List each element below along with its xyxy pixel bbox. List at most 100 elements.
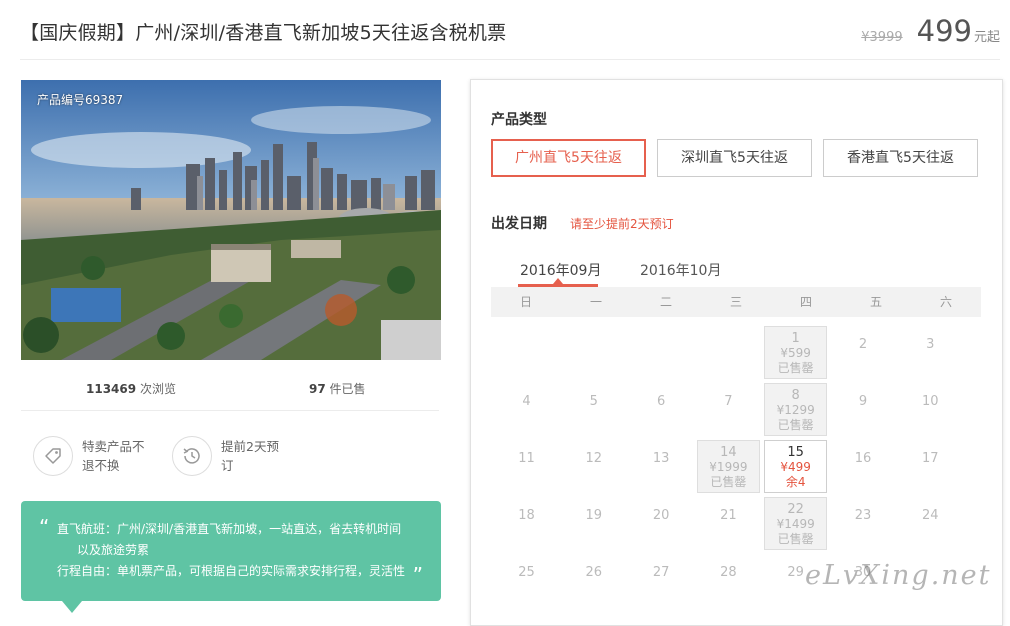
description-pointer — [62, 601, 82, 613]
calendar-day: 3 — [899, 326, 962, 379]
tab-month-sep[interactable]: 2016年09月 — [520, 260, 601, 280]
day-number: 7 — [724, 394, 733, 409]
description-line: 行程自由：单机票产品，可根据自己的实际需求安排行程，灵活性 — [57, 564, 406, 578]
tab-month-oct[interactable]: 2016年10月 — [640, 260, 721, 280]
feature-no-refund: 特卖产品不退不换 — [33, 436, 150, 476]
product-title: 【国庆假期】广州/深圳/香港直飞新加坡5天往返含税机票 — [20, 22, 507, 44]
original-price: ¥3999 — [861, 30, 903, 45]
calendar-day: 16 — [832, 440, 895, 493]
day-number: 28 — [720, 565, 737, 580]
calendar-day: 25 — [495, 554, 558, 607]
day-status: 余4 — [785, 475, 806, 489]
weekday-header: 日 一 二 三 四 五 六 — [491, 287, 981, 317]
watermark-text: eLvXing.net — [805, 560, 992, 591]
day-number: 25 — [518, 565, 535, 580]
stats-divider — [21, 410, 439, 411]
calendar-day: 21 — [697, 497, 760, 550]
calendar-day: 7 — [697, 383, 760, 436]
type-option-shenzhen[interactable]: 深圳直飞5天往返 — [657, 139, 812, 177]
price-box: ¥3999 499 元起 — [861, 14, 1000, 48]
calendar-day: 17 — [899, 440, 962, 493]
day-number: 12 — [585, 451, 603, 466]
day-number: 4 — [522, 394, 531, 409]
calendar-day: 6 — [630, 383, 693, 436]
product-image[interactable]: 产品编号69387 — [21, 80, 441, 360]
sold-count: 97 件已售 — [309, 382, 366, 396]
weekday-label: 五 — [869, 295, 882, 309]
day-number: 11 — [518, 451, 535, 466]
day-number: 8 — [791, 388, 800, 403]
type-option-hongkong[interactable]: 香港直飞5天往返 — [823, 139, 978, 177]
day-number: 16 — [854, 451, 872, 466]
day-number: 6 — [656, 394, 666, 409]
day-status: 已售罄 — [777, 361, 814, 375]
calendar-day[interactable]: 14 ¥1999 已售罄 — [696, 440, 760, 493]
day-number: 19 — [585, 508, 603, 523]
description-line: 直飞航班：广州/深圳/香港直飞新加坡，一站直达，省去转机时间 — [57, 522, 402, 536]
description-line: 以及旅途劳累 — [77, 543, 150, 557]
close-quote-icon: ” — [412, 563, 423, 587]
departure-date-label: 出发日期 — [491, 216, 547, 232]
calendar-day: 12 — [562, 440, 625, 493]
weekday-label: 六 — [939, 295, 952, 309]
view-count: 113469 次浏览 — [86, 382, 176, 396]
calendar-day[interactable]: 22 ¥1499 已售罄 — [764, 497, 828, 550]
calendar-day: 19 — [562, 497, 625, 550]
calendar-day[interactable]: 1 ¥599 已售罄 — [764, 326, 828, 379]
clock-history-icon — [172, 436, 212, 476]
day-number: 13 — [652, 451, 670, 466]
weekday-label: 二 — [659, 295, 672, 309]
day-price: ¥1299 — [776, 403, 815, 417]
calendar-day: 10 — [899, 383, 962, 436]
calendar-day[interactable]: 8 ¥1299 已售罄 — [764, 383, 828, 436]
product-stats: 113469 次浏览 97 件已售 — [21, 378, 441, 400]
open-quote-icon: “ — [39, 515, 50, 539]
calendar-day: 24 — [899, 497, 962, 550]
calendar-day: 26 — [562, 554, 625, 607]
calendar-day: 11 — [495, 440, 558, 493]
calendar-day: 5 — [562, 383, 625, 436]
day-number: 24 — [922, 508, 939, 523]
singapore-skyline-image — [21, 80, 441, 360]
calendar-day: 27 — [630, 554, 693, 607]
product-code: 产品编号69387 — [37, 93, 124, 107]
day-number: 23 — [854, 508, 872, 523]
weekday-label: 日 — [519, 295, 532, 309]
calendar-day[interactable]: 15 ¥499 余4 — [764, 440, 828, 493]
day-price: ¥1499 — [776, 517, 815, 531]
calendar-day: 13 — [630, 440, 693, 493]
day-number: 17 — [922, 451, 939, 466]
day-number: 1 — [791, 331, 800, 346]
feature-advance-booking: 提前2天预订 — [172, 436, 289, 476]
day-price: ¥599 — [780, 346, 811, 360]
day-number: 27 — [652, 565, 670, 580]
calendar-day: 20 — [630, 497, 693, 550]
sale-price: 499 — [916, 14, 972, 48]
price-unit: 元起 — [973, 30, 1000, 45]
type-option-guangzhou[interactable]: 广州直飞5天往返 — [491, 139, 646, 177]
weekday-label: 一 — [589, 295, 602, 309]
day-number: 21 — [720, 508, 737, 523]
day-number: 20 — [652, 508, 670, 523]
calendar-day: 18 — [495, 497, 558, 550]
weekday-label: 四 — [799, 295, 812, 309]
day-price: ¥1999 — [709, 460, 748, 474]
day-number: 3 — [926, 337, 935, 352]
day-number: 18 — [518, 508, 535, 523]
calendar-day: 28 — [697, 554, 760, 607]
calendar-day: 23 — [832, 497, 895, 550]
product-type-label: 产品类型 — [491, 112, 547, 128]
calendar-day: 2 — [832, 326, 895, 379]
header-divider — [20, 59, 1000, 60]
day-number: 2 — [858, 337, 868, 352]
calendar-day: 9 — [832, 383, 895, 436]
day-number: 22 — [787, 502, 804, 517]
day-number: 14 — [720, 445, 737, 460]
day-number: 26 — [585, 565, 603, 580]
booking-tip: 请至少提前2天预订 — [570, 217, 674, 231]
day-number: 10 — [922, 394, 939, 409]
tag-icon — [33, 436, 73, 476]
day-status: 已售罄 — [777, 532, 814, 546]
description-box: “ 直飞航班：广州/深圳/香港直飞新加坡，一站直达，省去转机时间 以及旅途劳累 … — [21, 501, 441, 601]
day-number: 15 — [787, 445, 804, 460]
